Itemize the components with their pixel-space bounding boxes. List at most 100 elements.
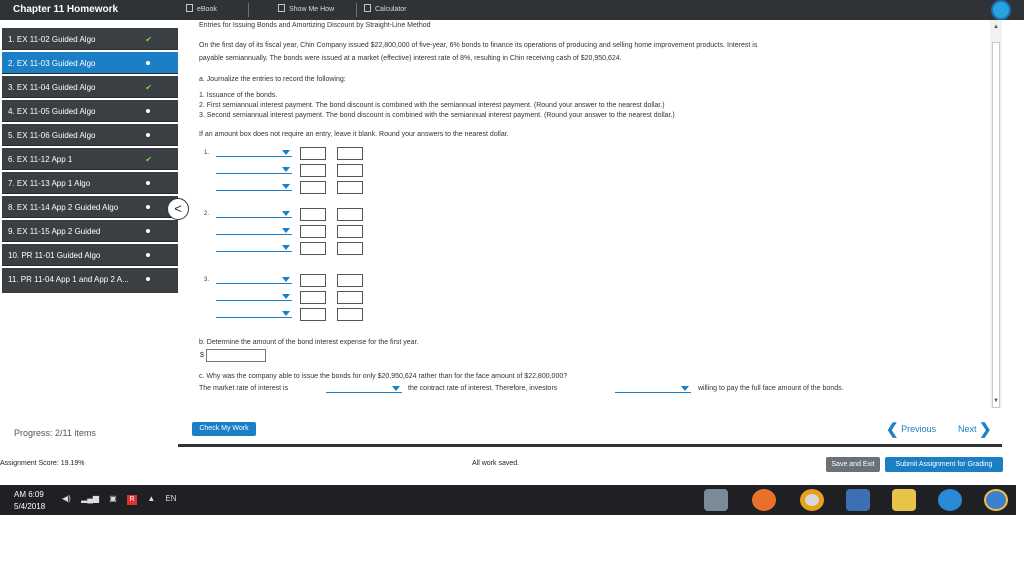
app-root: Chapter 11 Homework 1. EX 11-02 Guided A… [0, 0, 1024, 576]
chrome-icon[interactable] [800, 489, 824, 511]
journal-entry-number: 2. [204, 211, 210, 217]
next-button[interactable]: Next ❯ [958, 420, 992, 438]
part-a-item-1: 1. Issuance of the bonds. [199, 92, 278, 99]
volume-icon[interactable]: ◀) [62, 494, 71, 503]
network-icon[interactable]: ▣ [109, 494, 117, 503]
sidebar-item[interactable]: 11. PR 11-04 App 1 and App 2 A... [2, 268, 178, 290]
calculator-button[interactable]: Calculator [364, 4, 407, 13]
question-paragraph-line-1: On the first day of its fiscal year, Chi… [199, 42, 758, 49]
debit-input[interactable] [300, 208, 326, 221]
tray-expand-icon[interactable]: ▲ [147, 494, 155, 503]
calculator-icon [364, 4, 371, 12]
debit-input[interactable] [300, 308, 326, 321]
previous-label: Previous [901, 424, 937, 434]
credit-input[interactable] [337, 291, 363, 304]
account-select[interactable] [216, 243, 292, 252]
system-tray: ◀) ▂▄▆ ▣ R ▲ EN [62, 494, 177, 505]
dollar-sign: $ [200, 352, 204, 359]
account-select[interactable] [216, 182, 292, 191]
toolbar-separator [248, 3, 249, 17]
scrollbar-thumb[interactable] [992, 42, 1000, 408]
clock-date: 5/4/2018 [14, 502, 46, 511]
part-a-item-3: 3. Second semiannual interest payment. T… [199, 112, 675, 119]
signal-icon[interactable]: ▂▄▆ [81, 494, 99, 503]
notes-app-icon[interactable] [704, 489, 728, 511]
account-select[interactable] [216, 209, 292, 218]
help-icon[interactable] [991, 0, 1011, 20]
part-b-heading: b. Determine the amount of the bond inte… [199, 339, 419, 346]
account-select[interactable] [216, 275, 292, 284]
chevron-down-icon [282, 245, 290, 250]
content-scrollbar[interactable]: ▲ ▼ [990, 20, 1002, 408]
part-c-text-1: The market rate of interest is [199, 385, 289, 392]
sidebar-item[interactable]: 10. PR 11-01 Guided Algo [2, 244, 178, 266]
next-label: Next [958, 424, 977, 434]
scroll-up-icon[interactable]: ▲ [993, 24, 999, 30]
show-me-how-button[interactable]: Show Me How [278, 4, 334, 13]
sidebar-divider [2, 289, 178, 293]
sidebar-item-label: 1. EX 11-02 Guided Algo [8, 35, 96, 44]
debit-input[interactable] [300, 225, 326, 238]
sidebar-item-label: 10. PR 11-01 Guided Algo [8, 251, 101, 260]
investors-willing-select[interactable] [615, 384, 691, 393]
debit-input[interactable] [300, 274, 326, 287]
chevron-down-icon [282, 150, 290, 155]
chevron-down-icon [282, 228, 290, 233]
scroll-down-icon[interactable]: ▼ [993, 398, 999, 404]
sidebar-item-label: 7. EX 11-13 App 1 Algo [8, 179, 91, 188]
debit-input[interactable] [300, 164, 326, 177]
account-select[interactable] [216, 309, 292, 318]
sidebar-item[interactable]: 7. EX 11-13 App 1 Algo [2, 172, 178, 194]
part-c-text-2: the contract rate of interest. Therefore… [408, 385, 558, 392]
sidebar-item[interactable]: 1. EX 11-02 Guided Algo ✔ [2, 28, 178, 50]
media-player-icon[interactable] [846, 489, 870, 511]
debit-input[interactable] [300, 291, 326, 304]
sidebar-item[interactable]: 2. EX 11-03 Guided Algo [2, 52, 178, 74]
account-select[interactable] [216, 148, 292, 157]
start-orb-icon[interactable] [984, 489, 1008, 511]
ebook-label: eBook [197, 6, 217, 13]
sidebar-item[interactable]: 4. EX 11-05 Guided Algo [2, 100, 178, 122]
sidebar-item-label: 11. PR 11-04 App 1 and App 2 A... [8, 275, 129, 284]
file-explorer-icon[interactable] [892, 489, 916, 511]
check-my-work-button[interactable]: Check My Work [192, 422, 256, 436]
credit-input[interactable] [337, 308, 363, 321]
sidebar-item[interactable]: 8. EX 11-14 App 2 Guided Algo [2, 196, 178, 218]
submit-assignment-button[interactable]: Submit Assignment for Grading [885, 457, 1003, 472]
video-icon [278, 4, 285, 12]
antivirus-icon[interactable]: R [127, 495, 138, 505]
account-select[interactable] [216, 165, 292, 174]
language-indicator[interactable]: EN [165, 494, 176, 503]
sidebar-item[interactable]: 3. EX 11-04 Guided Algo ✔ [2, 76, 178, 98]
interest-expense-input[interactable] [206, 349, 266, 362]
account-select[interactable] [216, 292, 292, 301]
internet-explorer-icon[interactable] [938, 489, 962, 511]
credit-input[interactable] [337, 181, 363, 194]
ebook-button[interactable]: eBook [186, 4, 217, 13]
question-heading: Entries for Issuing Bonds and Amortizing… [199, 22, 431, 29]
firefox-icon[interactable] [752, 489, 776, 511]
sidebar-item-label: 6. EX 11-12 App 1 [8, 155, 73, 164]
sidebar-item[interactable]: 5. EX 11-06 Guided Algo [2, 124, 178, 146]
sidebar-item-label: 2. EX 11-03 Guided Algo [8, 59, 96, 68]
debit-input[interactable] [300, 181, 326, 194]
credit-input[interactable] [337, 208, 363, 221]
part-a-heading: a. Journalize the entries to record the … [199, 76, 346, 83]
previous-button[interactable]: ❮ Previous [886, 420, 936, 438]
credit-input[interactable] [337, 274, 363, 287]
account-select[interactable] [216, 226, 292, 235]
checkmark-icon: ✔ [145, 155, 152, 164]
credit-input[interactable] [337, 164, 363, 177]
market-rate-comparison-select[interactable] [326, 384, 402, 393]
sidebar-item[interactable]: 6. EX 11-12 App 1 ✔ [2, 148, 178, 170]
credit-input[interactable] [337, 225, 363, 238]
question-paragraph-line-2: payable semiannually. The bonds were iss… [199, 55, 622, 62]
sidebar-item[interactable]: 9. EX 11-15 App 2 Guided [2, 220, 178, 242]
debit-input[interactable] [300, 147, 326, 160]
collapse-sidebar-button[interactable]: < [167, 198, 189, 220]
save-and-exit-button[interactable]: Save and Exit [826, 457, 880, 472]
clock[interactable]: AM 6:09 5/4/2018 [14, 489, 45, 513]
credit-input[interactable] [337, 242, 363, 255]
debit-input[interactable] [300, 242, 326, 255]
credit-input[interactable] [337, 147, 363, 160]
